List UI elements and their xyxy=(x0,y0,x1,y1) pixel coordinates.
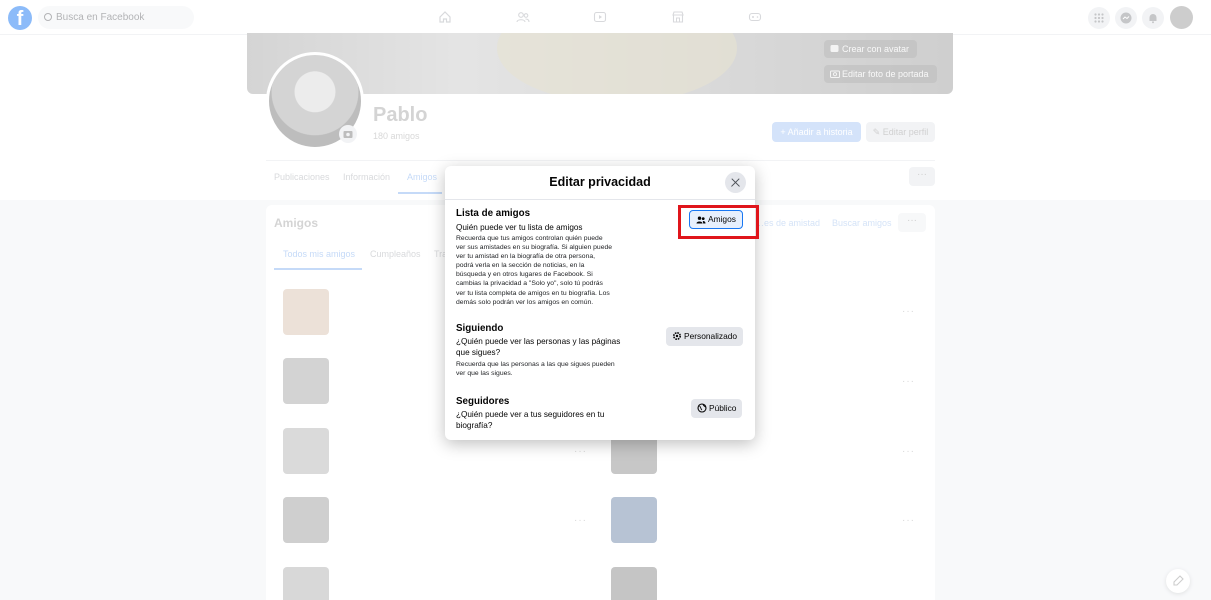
following-audience-button[interactable]: Personalizado xyxy=(666,327,744,346)
audience-label: Público xyxy=(709,403,737,413)
dialog-header: Editar privacidad xyxy=(445,166,755,200)
subtitle-line: biografía? xyxy=(456,421,493,430)
description-line: ver que las sigues. xyxy=(456,370,513,378)
description-line: ver tu lista completa de amigos en tu bi… xyxy=(456,289,610,297)
friends-list-description: Recuerda que tus amigos controlan quién … xyxy=(456,234,630,307)
description-line: Recuerda que las personas a las que sigu… xyxy=(456,361,615,368)
following-title: Siguiendo xyxy=(456,323,504,334)
following-subtitle: ¿Quién puede ver las personas y las pági… xyxy=(456,336,630,358)
friends-list-title: Lista de amigos xyxy=(456,208,531,219)
description-line: Recuerda que tus amigos controlan quién … xyxy=(456,235,603,242)
description-line: podrá verla en la sección de noticias, e… xyxy=(456,262,585,270)
followers-subtitle: ¿Quién puede ver a tus seguidores en tu … xyxy=(456,409,630,431)
followers-audience-button[interactable]: Público xyxy=(691,399,743,418)
following-description: Recuerda que las personas a las que sigu… xyxy=(456,360,630,378)
subtitle-line: ¿Quién puede ver a tus seguidores en tu xyxy=(456,410,605,419)
followers-title: Seguidores xyxy=(456,396,510,407)
globe-icon xyxy=(697,403,707,413)
description-line: ver sus amistades en su biografía. Si al… xyxy=(456,244,613,252)
audience-label: Personalizado xyxy=(684,331,738,341)
gear-icon xyxy=(672,331,682,341)
description-line: demás solo podrán ver los amigos en comú… xyxy=(456,298,594,306)
friends-list-subtitle: Quién puede ver tu lista de amigos xyxy=(456,223,583,232)
description-line: búsqueda y en otros lugares de Facebook.… xyxy=(456,271,593,279)
description-line: ver tu amistad en la biografía de otra p… xyxy=(456,253,596,261)
description-line: cambias la privacidad a "Solo yo", solo … xyxy=(456,280,603,288)
subtitle-line: ¿Quién puede ver las personas y las pági… xyxy=(456,337,621,346)
dialog-title: Editar privacidad xyxy=(549,175,651,189)
highlight-box xyxy=(678,205,759,239)
subtitle-line: que sigues? xyxy=(456,348,501,357)
close-icon[interactable] xyxy=(725,172,746,193)
